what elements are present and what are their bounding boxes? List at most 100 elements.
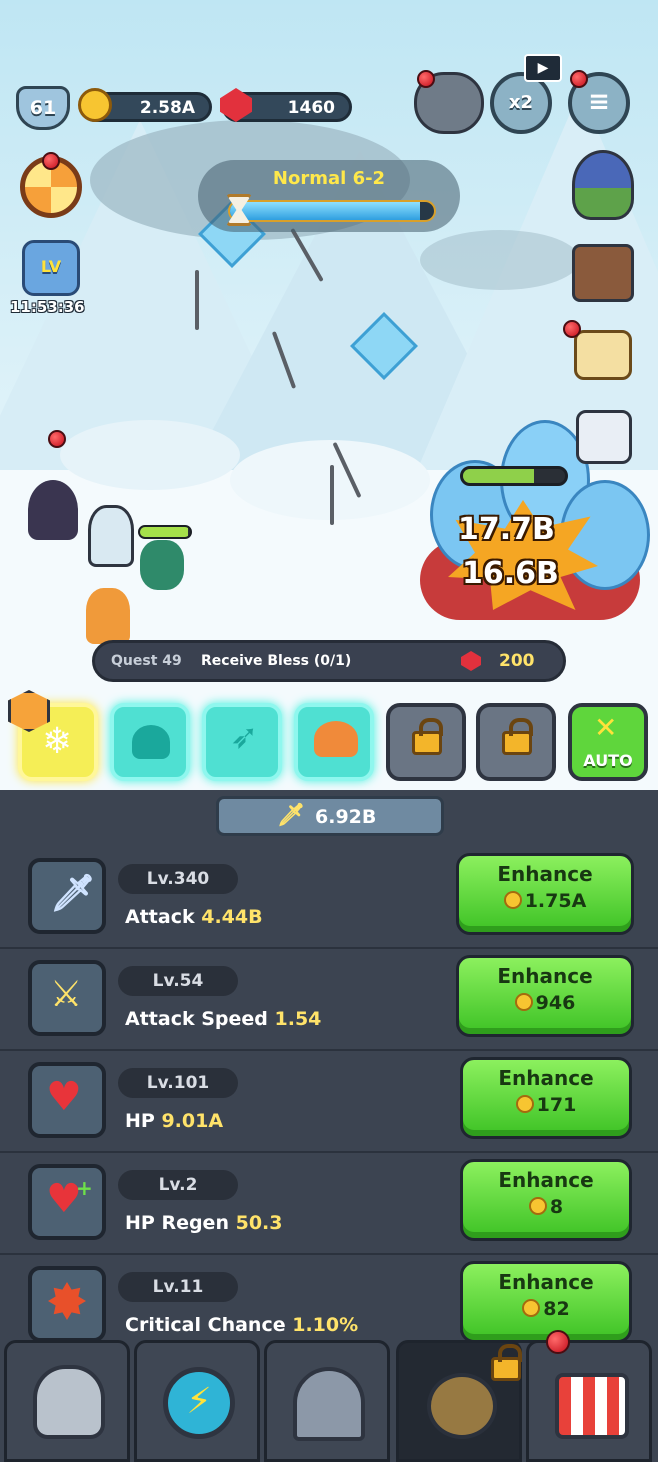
stage-title: Normal 6-2: [198, 168, 460, 189]
heart-upgrade-icon: ♥: [28, 1062, 106, 1138]
gate-icon: [293, 1367, 365, 1441]
upgrade-stat: HP Regen 50.3: [125, 1212, 283, 1234]
merchant-stall-button[interactable]: [572, 244, 634, 302]
gold-amount: 2.58A: [139, 98, 195, 118]
coin-icon: [528, 1197, 547, 1215]
level-pass-button[interactable]: LV: [22, 240, 80, 296]
helmet-icon: [33, 1365, 105, 1439]
hero-warrior: [88, 505, 134, 567]
enhance-button[interactable]: Enhance 82: [460, 1261, 632, 1343]
coin-icon: [515, 1095, 534, 1113]
upgrade-stat: Critical Chance 1.10%: [125, 1314, 359, 1336]
hp-regen-upgrade-icon: ♥ +: [28, 1164, 106, 1240]
skill-arrows-button[interactable]: ➶: [202, 703, 282, 781]
speed-label: x2: [508, 92, 534, 113]
upgrade-level: Lv.101: [118, 1068, 238, 1098]
stage-progress-bar: [228, 200, 436, 222]
notification-dot: [42, 152, 60, 170]
enhance-cost: 82: [463, 1298, 629, 1320]
lv-badge-text: LV: [40, 257, 62, 276]
player-level-badge[interactable]: 61: [16, 86, 70, 130]
auto-skill-button[interactable]: ✕ AUTO: [568, 703, 648, 781]
notification-dot: [417, 70, 435, 88]
gold-coin-icon: [78, 88, 112, 122]
damage-number: 17.7B: [458, 512, 555, 547]
upgrade-stat: Attack 4.44B: [125, 906, 263, 928]
falling-arrow: [195, 270, 199, 330]
quest-bar[interactable]: Quest 49 Receive Bless (0/1) 200: [92, 640, 566, 682]
battle-scene: 17.7B 16.6B 61 2.58A 1460 x2 ▶ ≡ LV 11:5…: [0, 0, 658, 790]
skill-slot-locked[interactable]: [386, 703, 466, 781]
lock-icon: [412, 718, 443, 755]
arrows-skill-icon: ➶: [230, 717, 259, 757]
enhance-button[interactable]: Enhance 1.75A: [456, 853, 634, 935]
skill-slime-button[interactable]: [110, 703, 190, 781]
upgrade-level: Lv.2: [118, 1170, 238, 1200]
upgrade-level: Lv.340: [118, 864, 238, 894]
enhance-cost: 171: [463, 1094, 629, 1116]
quest-scroll-button[interactable]: [574, 330, 632, 380]
menu-icon: ≡: [588, 87, 610, 117]
attack-upgrade-icon: 🗡: [28, 858, 106, 934]
sword-power-icon: 🗡: [277, 803, 305, 828]
damage-number: 16.6B: [462, 556, 559, 591]
enhance-label: Enhance: [497, 964, 593, 988]
nav-tab-skills[interactable]: ⚡: [134, 1340, 260, 1462]
enhance-button[interactable]: Enhance 946: [456, 955, 634, 1037]
calendar-event-button[interactable]: [576, 410, 632, 464]
notification-dot: [570, 70, 588, 88]
hero-mage: [140, 540, 184, 590]
skill-slot-locked[interactable]: [476, 703, 556, 781]
notification-dot: [546, 1330, 570, 1354]
upgrade-row-attack: 🗡 Lv.340 Attack 4.44B Enhance 1.75A: [0, 848, 658, 949]
nav-tab-shop[interactable]: [526, 1340, 652, 1462]
enhance-label: Enhance: [497, 862, 593, 886]
enhance-cost: 1.75A: [459, 890, 631, 912]
enhance-label: Enhance: [498, 1168, 594, 1192]
video-ad-icon[interactable]: ▶: [524, 54, 562, 82]
enemy-hp-bar: [460, 466, 568, 486]
nav-tab-adventure[interactable]: [396, 1340, 522, 1462]
event-timer: 11:53:36: [10, 298, 85, 316]
slime-skill-icon: [132, 725, 170, 759]
critical-chance-upgrade-icon: [28, 1266, 106, 1342]
lock-icon: [502, 718, 533, 755]
gem-amount: 1460: [287, 98, 335, 118]
combat-power-value: 6.92B: [315, 806, 377, 828]
enhance-label: Enhance: [498, 1270, 594, 1294]
player-level: 61: [29, 97, 57, 119]
nav-tab-heroes[interactable]: [4, 1340, 130, 1462]
combat-power-display: 🗡 6.92B: [216, 796, 444, 836]
lock-icon: [491, 1344, 522, 1381]
compass-icon: [427, 1373, 497, 1439]
coin-icon: [522, 1299, 541, 1317]
explosion-skill-icon: [314, 721, 358, 757]
enhance-button[interactable]: Enhance 8: [460, 1159, 632, 1241]
notification-dot: [563, 320, 581, 338]
stage-progress-panel: Normal 6-2: [198, 160, 460, 232]
quest-reward: 200: [499, 651, 535, 671]
auto-label: AUTO: [583, 751, 633, 770]
coin-icon: [514, 993, 533, 1011]
wizard-npc-button[interactable]: [572, 150, 634, 220]
notification-dot: [48, 430, 66, 448]
enhance-cost: 946: [459, 992, 631, 1014]
falling-arrow: [330, 465, 334, 525]
stage-progress-fill: [230, 202, 420, 220]
snowflake-icon: ❄: [42, 721, 73, 762]
attack-speed-upgrade-icon: ⚔: [28, 960, 106, 1036]
upgrade-stat: Attack Speed 1.54: [125, 1008, 322, 1030]
coin-icon: [503, 891, 522, 909]
enhance-button[interactable]: Enhance 171: [460, 1057, 632, 1139]
quest-gem-icon: [461, 651, 481, 671]
enhance-cost: 8: [463, 1196, 629, 1218]
stage-number: 6-2: [352, 168, 386, 189]
upgrade-level: Lv.54: [118, 966, 238, 996]
upgrade-level: Lv.11: [118, 1272, 238, 1302]
quest-text: Receive Bless (0/1): [201, 653, 352, 669]
upgrade-row-attack-speed: ⚔ Lv.54 Attack Speed 1.54 Enhance 946: [0, 950, 658, 1051]
skill-explosion-button[interactable]: [294, 703, 374, 781]
upgrade-row-hp: ♥ Lv.101 HP 9.01A Enhance 171: [0, 1052, 658, 1153]
nav-tab-dungeon[interactable]: [264, 1340, 390, 1462]
enhance-label: Enhance: [498, 1066, 594, 1090]
